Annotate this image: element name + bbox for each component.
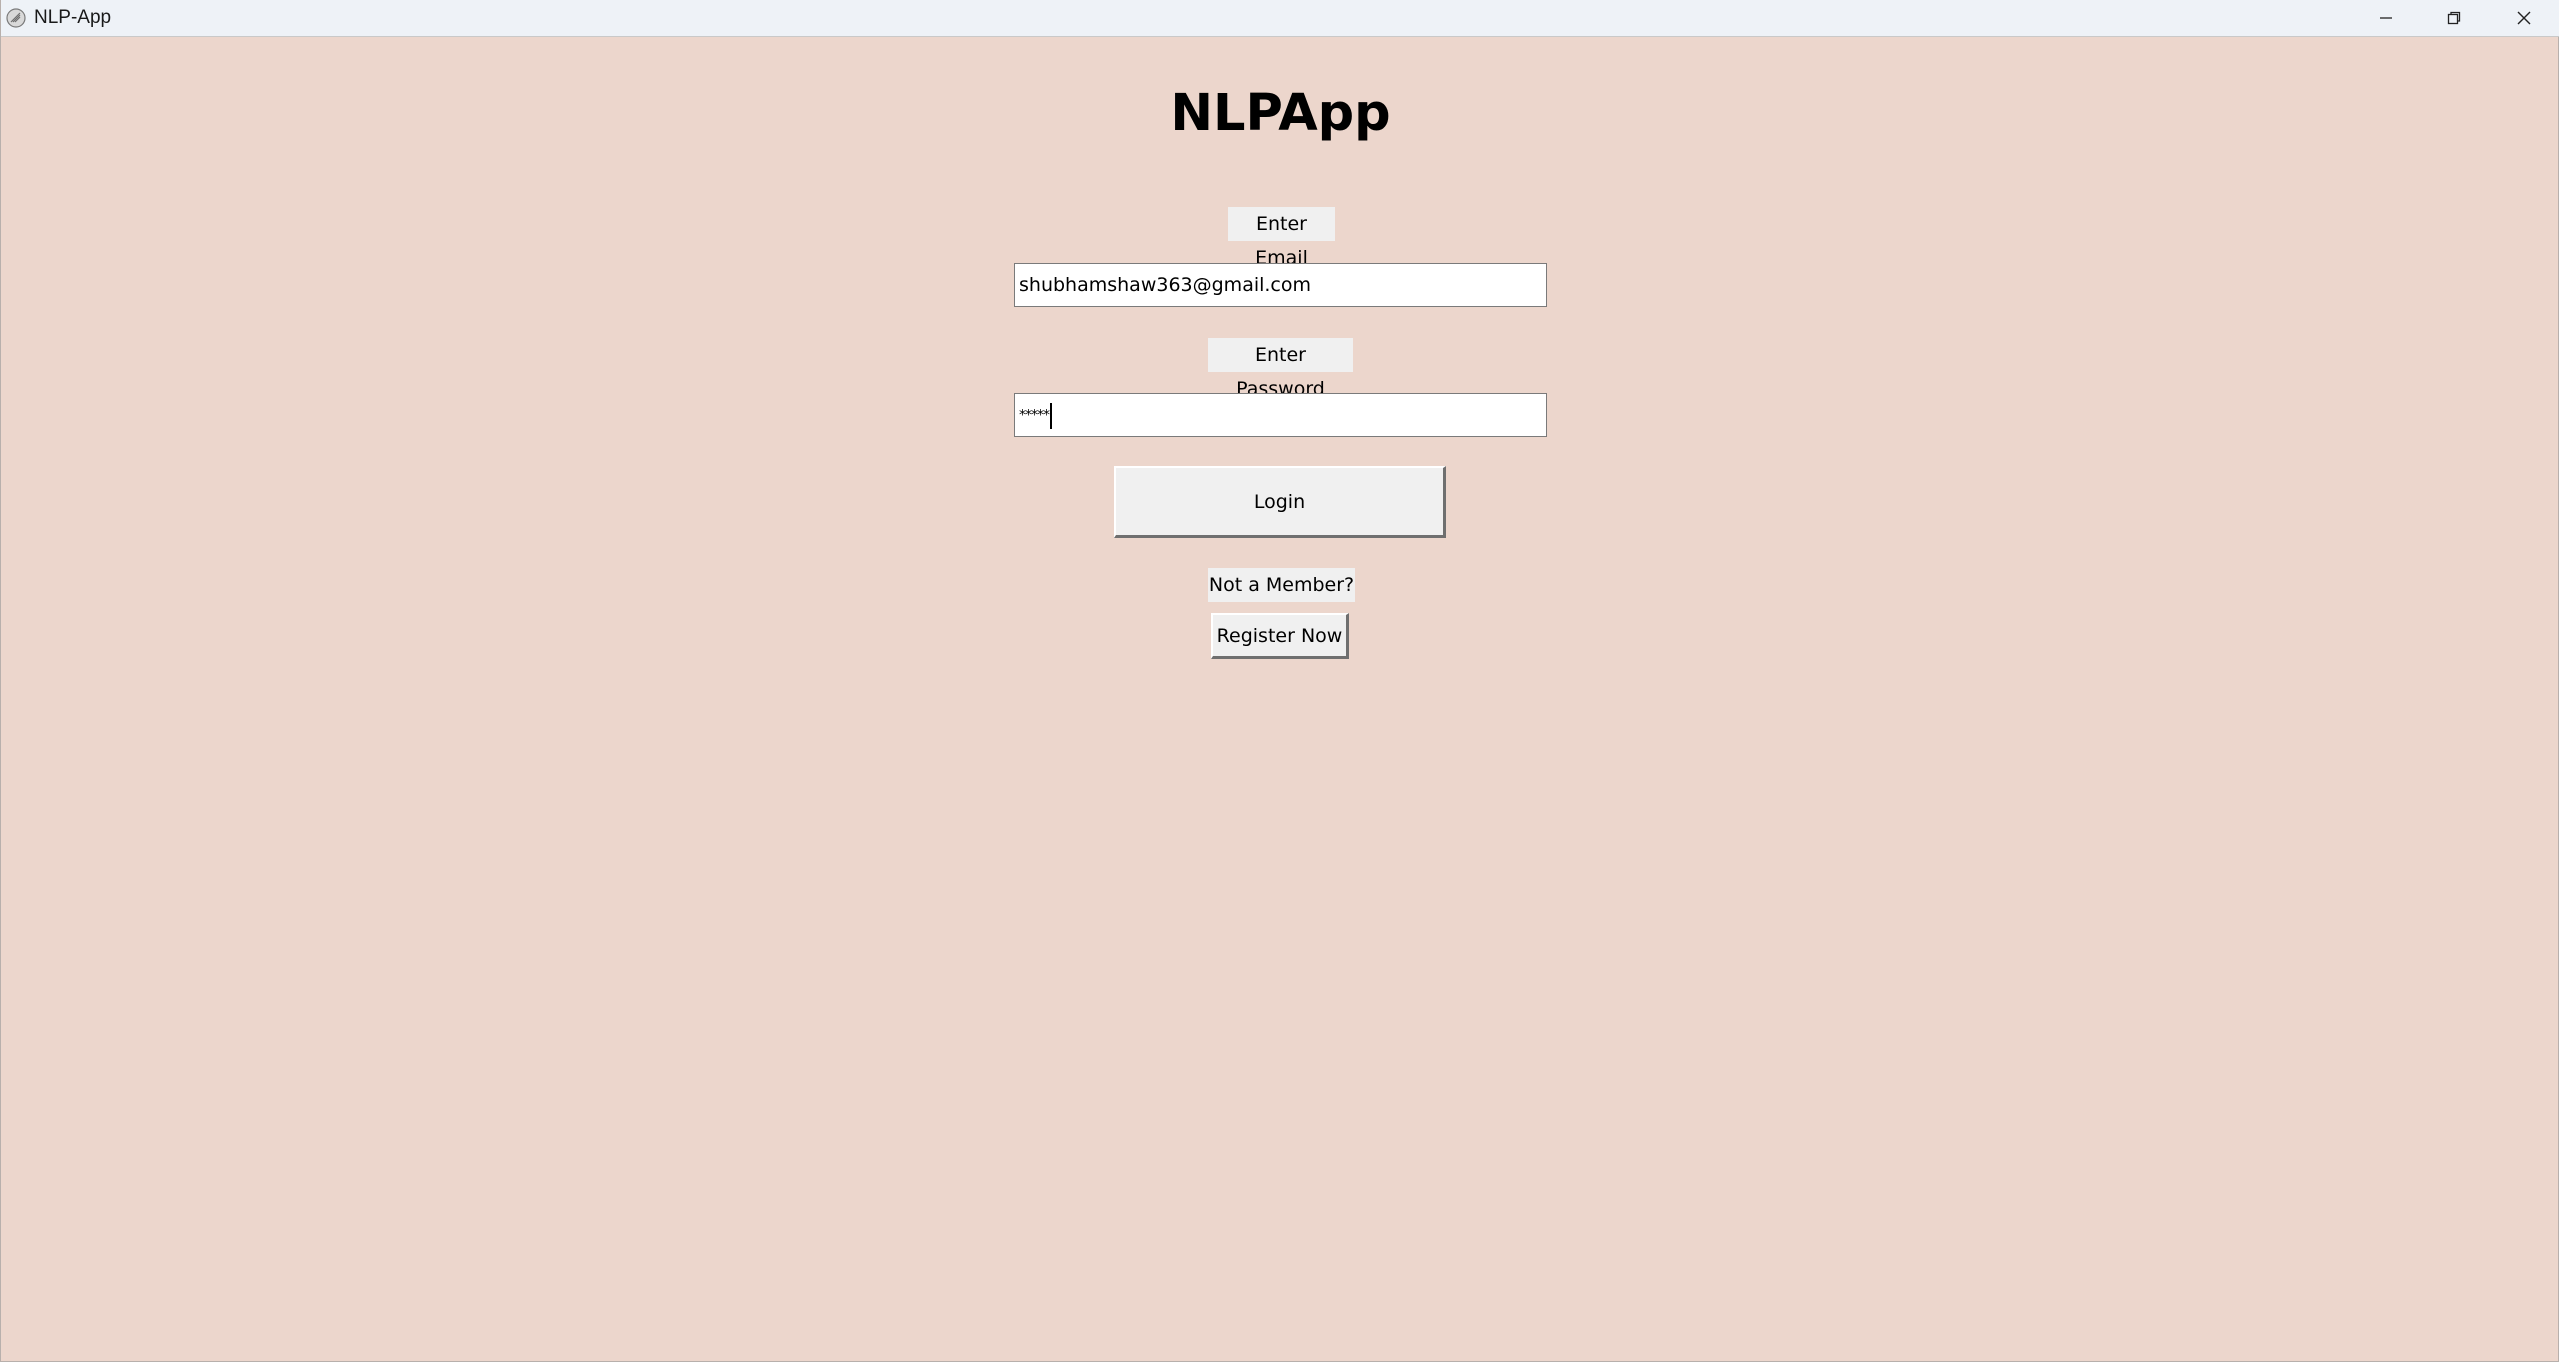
email-value: shubhamshaw363@gmail.com bbox=[1019, 274, 1312, 296]
app-window: NLP-App NLPApp Enter Email shubhamshaw36… bbox=[0, 0, 2559, 1362]
close-button[interactable] bbox=[2489, 0, 2559, 36]
feather-icon bbox=[5, 7, 27, 29]
close-icon bbox=[2516, 10, 2532, 26]
email-label: Enter Email bbox=[1228, 207, 1335, 269]
login-button-label: Login bbox=[1253, 490, 1306, 513]
register-button[interactable]: Register Now bbox=[1211, 613, 1349, 659]
password-label: Enter Password bbox=[1208, 338, 1353, 400]
password-field[interactable]: ***** bbox=[1014, 393, 1547, 437]
login-button[interactable]: Login bbox=[1114, 466, 1446, 538]
email-field[interactable]: shubhamshaw363@gmail.com bbox=[1014, 263, 1547, 307]
page-title: NLPApp bbox=[1170, 84, 1391, 143]
minimize-icon bbox=[2378, 10, 2394, 26]
text-cursor bbox=[1050, 402, 1052, 429]
window-title: NLP-App bbox=[34, 7, 112, 28]
not-member-label: Not a Member? bbox=[1208, 568, 1355, 602]
title-bar[interactable]: NLP-App bbox=[1, 0, 2559, 37]
restore-button[interactable] bbox=[2419, 0, 2489, 36]
restore-icon bbox=[2446, 10, 2462, 26]
register-button-label: Register Now bbox=[1216, 624, 1343, 647]
minimize-button[interactable] bbox=[2351, 0, 2421, 36]
password-value: ***** bbox=[1019, 407, 1050, 424]
